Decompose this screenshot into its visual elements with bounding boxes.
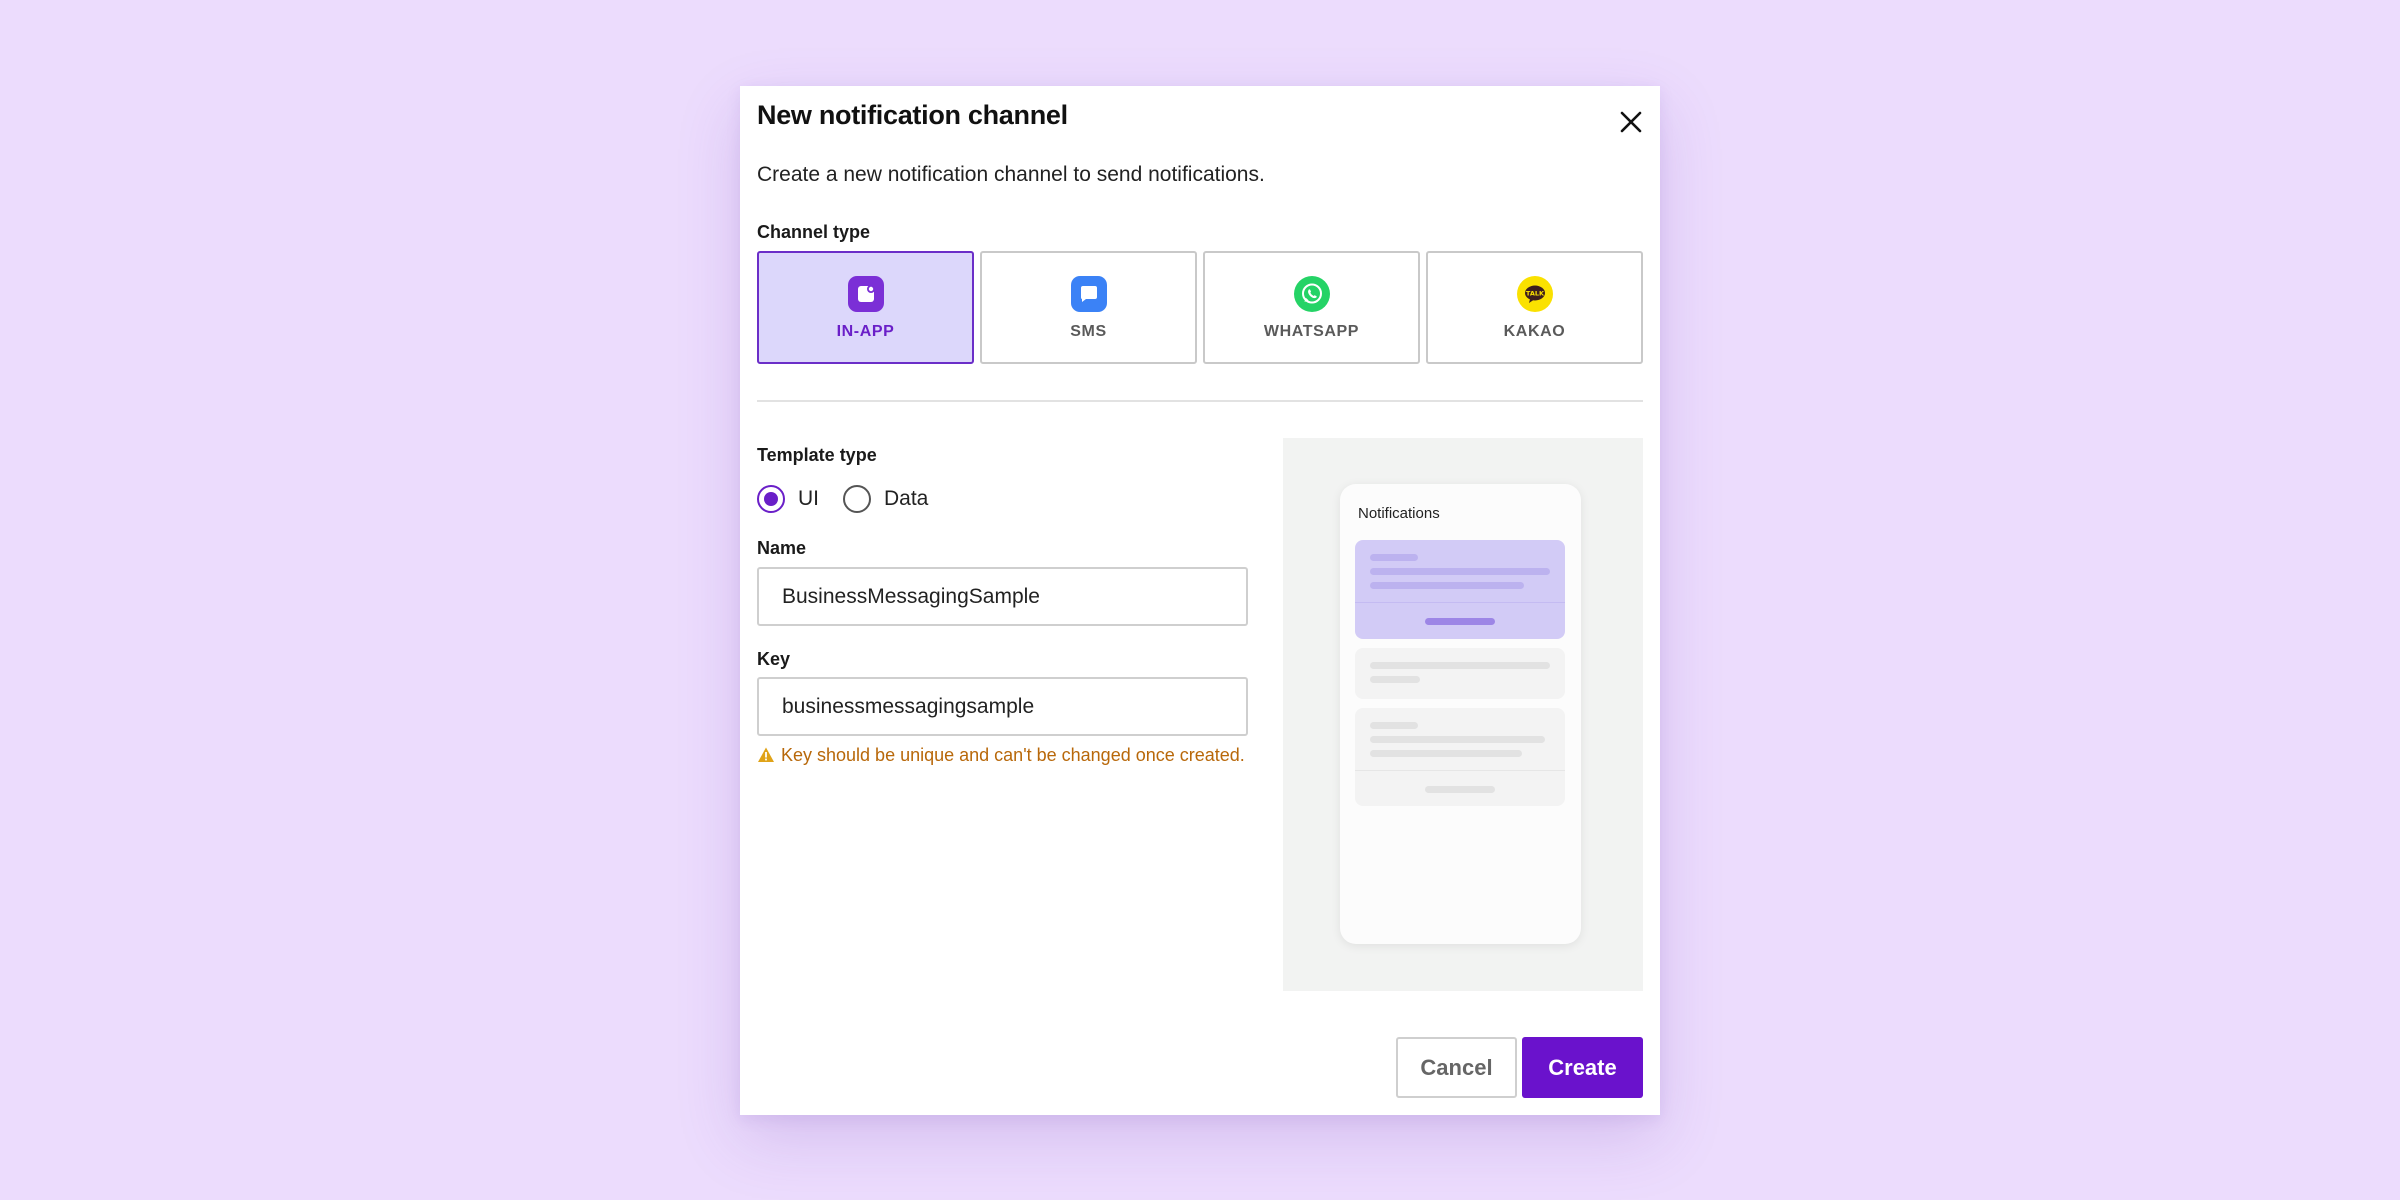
channel-type-options: IN-APP SMS WHATSAPP TALK KAKAO (757, 251, 1643, 364)
channel-option-label: WHATSAPP (1263, 323, 1360, 340)
preview-title: Notifications (1358, 505, 1440, 522)
channel-option-kakao[interactable]: TALK KAKAO (1426, 251, 1643, 364)
close-icon (1620, 111, 1642, 133)
close-button[interactable] (1616, 107, 1646, 137)
key-field-label: Key (757, 649, 791, 669)
template-type-ui-radio[interactable]: UI (757, 485, 819, 513)
name-field-label: Name (757, 538, 807, 558)
radio-checked-icon (757, 485, 785, 513)
new-channel-dialog: New notification channel Create a new no… (740, 86, 1660, 1115)
sms-icon (1070, 276, 1107, 312)
name-field[interactable] (757, 567, 1248, 626)
channel-option-in-app[interactable]: IN-APP (757, 251, 974, 364)
preview-card (1355, 708, 1565, 806)
in-app-icon (847, 276, 884, 312)
template-type-options: UI Data (757, 485, 928, 513)
whatsapp-icon (1293, 276, 1330, 312)
dialog-title: New notification channel (757, 100, 1068, 130)
svg-text:TALK: TALK (1525, 290, 1544, 298)
template-type-label: Template type (757, 445, 877, 465)
channel-option-label: SMS (1070, 323, 1107, 340)
cancel-button[interactable]: Cancel (1396, 1037, 1517, 1098)
channel-option-whatsapp[interactable]: WHATSAPP (1203, 251, 1420, 364)
radio-unchecked-icon (843, 485, 871, 513)
channel-option-label: IN-APP (836, 323, 895, 340)
channel-option-label: KAKAO (1503, 323, 1566, 340)
key-warning-text: Key should be unique and can't be change… (781, 745, 1245, 765)
key-warning: Key should be unique and can't be change… (757, 743, 1248, 767)
phone-mockup: Notifications (1340, 484, 1581, 944)
preview-highlighted-card (1355, 540, 1565, 639)
channel-option-sms[interactable]: SMS (980, 251, 1197, 364)
radio-label: Data (884, 487, 929, 510)
template-preview: Notifications (1283, 438, 1643, 991)
key-field[interactable] (757, 677, 1248, 736)
create-button[interactable]: Create (1522, 1037, 1643, 1098)
section-divider (757, 400, 1643, 402)
template-type-data-radio[interactable]: Data (843, 485, 928, 513)
radio-label: UI (798, 487, 819, 510)
dialog-subtitle: Create a new notification channel to sen… (757, 163, 1265, 186)
kakao-talk-icon: TALK (1516, 276, 1553, 312)
channel-type-label: Channel type (757, 222, 871, 242)
warning-icon (758, 747, 774, 762)
preview-card (1355, 648, 1565, 699)
